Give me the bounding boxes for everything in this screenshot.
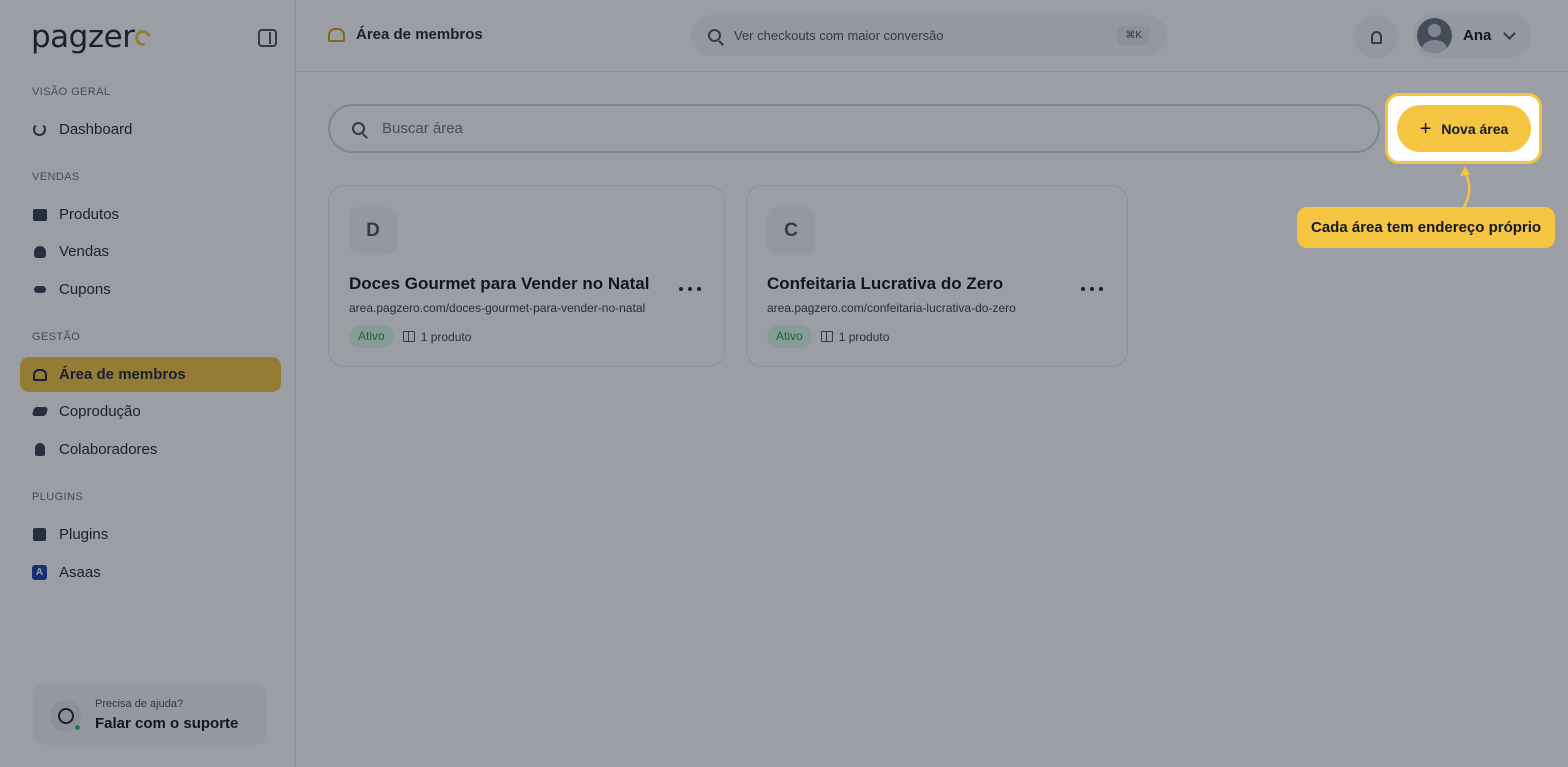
sidebar-item-label: Plugins — [59, 526, 109, 543]
area-search-input[interactable]: Buscar área — [328, 104, 1380, 153]
area-url[interactable]: area.pagzero.com/doces-gourmet-para-vend… — [349, 301, 645, 315]
area-title[interactable]: Doces Gourmet para Vender no Natal — [349, 274, 649, 294]
member-area-card[interactable]: C Confeitaria Lucrativa do Zero area.pag… — [746, 185, 1128, 367]
more-options-icon[interactable] — [1081, 284, 1103, 294]
box-icon — [32, 207, 47, 222]
section-label-management: GESTÃO — [32, 331, 81, 343]
pagzero-logo[interactable]: pagzer — [31, 20, 155, 54]
sidebar-item-label: Coprodução — [59, 403, 141, 420]
sidebar-item-produtos[interactable]: Produtos — [20, 197, 281, 232]
notifications-button[interactable] — [1354, 15, 1398, 59]
search-icon — [708, 29, 721, 42]
sidebar-item-area-de-membros[interactable]: Área de membros — [20, 357, 281, 392]
sidebar-item-label: Área de membros — [59, 366, 186, 383]
search-icon — [352, 122, 365, 135]
sidebar-toggle-icon[interactable] — [258, 29, 277, 47]
area-search-placeholder: Buscar área — [382, 120, 463, 137]
section-label-sales: VENDAS — [32, 171, 80, 183]
sidebar-item-vendas[interactable]: Vendas — [20, 234, 281, 269]
sidebar-item-label: Colaboradores — [59, 441, 158, 458]
status-badge: Ativo — [767, 325, 812, 348]
sidebar-item-cupons[interactable]: Cupons — [20, 272, 281, 307]
user-menu-button[interactable]: Ana — [1413, 13, 1531, 58]
online-status-dot — [74, 724, 81, 731]
onboarding-tooltip: Cada área tem endereço próprio — [1297, 207, 1556, 248]
tooltip-arrow-icon — [1460, 166, 1471, 209]
sales-icon — [32, 244, 47, 259]
sidebar-item-label: Asaas — [59, 564, 101, 581]
area-meta: Ativo 1 produto — [767, 325, 889, 348]
sidebar-item-asaas[interactable]: A Asaas — [20, 555, 281, 590]
sidebar-item-label: Cupons — [59, 281, 111, 298]
chart-pie-icon — [32, 122, 47, 137]
sidebar-item-coproducao[interactable]: Coprodução — [20, 394, 281, 429]
new-area-button[interactable]: + Nova área — [1397, 105, 1531, 152]
logo-o-mark — [132, 27, 155, 49]
puzzle-icon — [32, 527, 47, 542]
keyboard-shortcut-badge: ⌘K — [1117, 26, 1150, 45]
more-options-icon[interactable] — [679, 284, 701, 294]
area-title[interactable]: Confeitaria Lucrativa do Zero — [767, 274, 1003, 294]
global-search-input[interactable]: Ver checkouts com maior conversão ⌘K — [691, 15, 1167, 56]
support-card[interactable]: Precisa de ajuda? Falar com o suporte — [33, 683, 267, 745]
area-initial: C — [767, 207, 815, 255]
user-name: Ana — [1463, 27, 1492, 44]
section-label-plugins: PLUGINS — [32, 491, 84, 503]
support-hint: Precisa de ajuda? — [95, 698, 184, 710]
book-icon — [402, 331, 415, 342]
highlight-frame: + Nova área — [1385, 93, 1542, 164]
sidebar-item-label: Dashboard — [59, 121, 133, 138]
product-count: 1 produto — [838, 329, 890, 344]
handshake-icon — [31, 404, 48, 419]
page-title: Área de membros — [328, 26, 483, 43]
whatsapp-icon — [50, 700, 82, 732]
status-badge: Ativo — [349, 325, 394, 348]
area-url[interactable]: area.pagzero.com/confeitaria-lucrativa-d… — [767, 301, 1016, 315]
users-icon — [328, 27, 345, 42]
product-count: 1 produto — [420, 329, 472, 344]
support-link[interactable]: Falar com o suporte — [95, 715, 238, 732]
sidebar-item-colaboradores[interactable]: Colaboradores — [20, 432, 281, 467]
users-icon — [32, 367, 47, 382]
sidebar-item-plugins[interactable]: Plugins — [20, 517, 281, 552]
section-label-overview: VISÃO GERAL — [32, 86, 111, 98]
ticket-icon — [32, 282, 47, 297]
area-initial: D — [349, 207, 397, 255]
bell-icon — [1370, 30, 1382, 44]
area-meta: Ativo 1 produto — [349, 325, 471, 348]
book-icon — [820, 331, 833, 342]
top-header: Área de membros Ver checkouts com maior … — [296, 0, 1568, 72]
sidebar-item-dashboard[interactable]: Dashboard — [20, 112, 281, 147]
sidebar-item-label: Vendas — [59, 243, 110, 260]
asaas-icon: A — [32, 565, 47, 580]
avatar — [1417, 18, 1452, 53]
sidebar: pagzer VISÃO GERAL Dashboard VENDAS Prod… — [0, 0, 296, 767]
person-icon — [32, 442, 47, 457]
member-area-card[interactable]: D Doces Gourmet para Vender no Natal are… — [328, 185, 725, 367]
sidebar-item-label: Produtos — [59, 206, 120, 223]
global-search-placeholder: Ver checkouts com maior conversão — [734, 28, 944, 43]
plus-icon: + — [1419, 117, 1432, 140]
chevron-down-icon — [1503, 26, 1517, 40]
new-area-button-label: Nova área — [1441, 120, 1509, 137]
